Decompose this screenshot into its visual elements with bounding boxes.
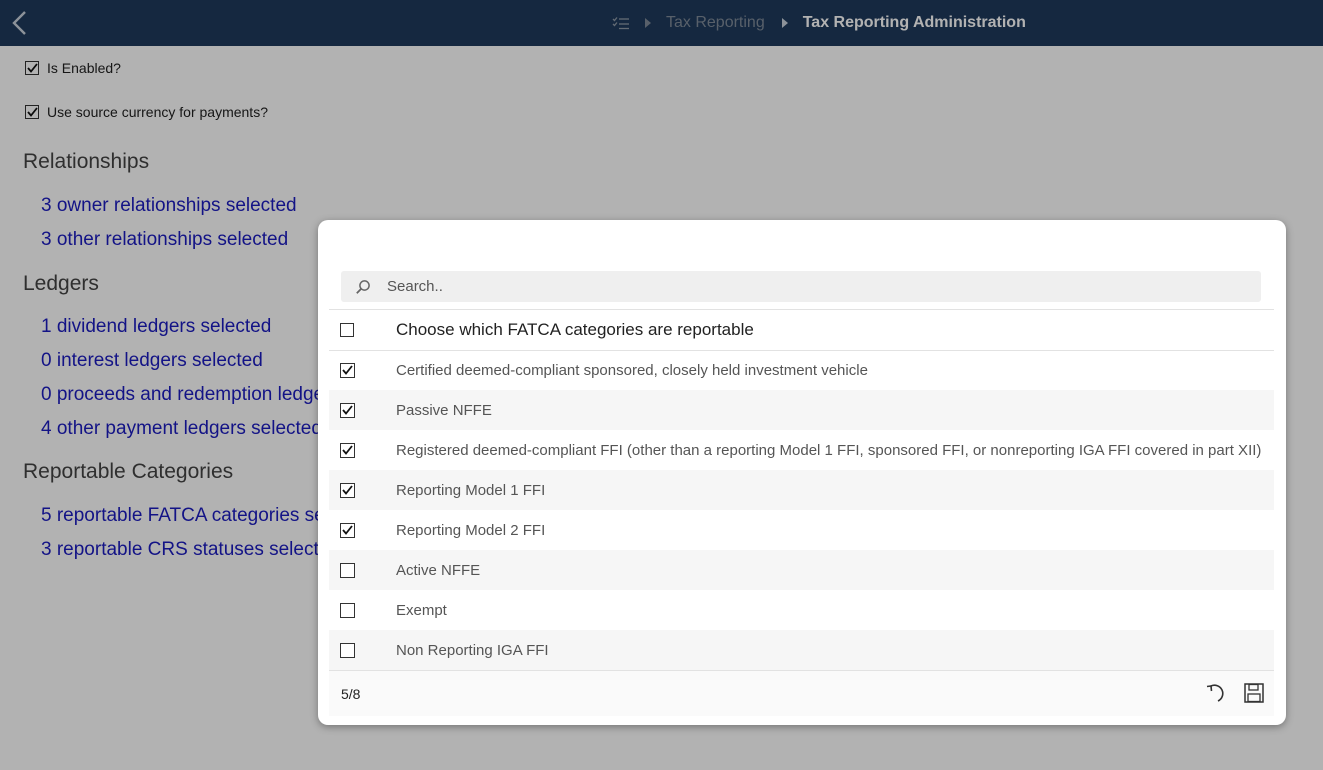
category-list: Certified deemed-compliant sponsored, cl… (329, 350, 1274, 670)
category-checkbox[interactable] (340, 362, 355, 378)
category-label: Passive NFFE (396, 401, 492, 419)
list-header: Choose which FATCA categories are report… (329, 309, 1274, 351)
category-row[interactable]: Active NFFE (329, 550, 1274, 590)
category-label: Registered deemed-compliant FFI (other t… (396, 441, 1262, 459)
select-all-checkbox[interactable] (340, 323, 354, 337)
save-icon (1244, 683, 1264, 703)
category-checkbox[interactable] (340, 402, 355, 418)
category-label: Non Reporting IGA FFI (396, 641, 549, 659)
save-button[interactable] (1243, 681, 1265, 705)
category-row[interactable]: Exempt (329, 590, 1274, 630)
checkmark-icon (342, 405, 353, 415)
undo-icon (1206, 684, 1224, 702)
category-checkbox[interactable] (340, 562, 355, 578)
fatca-categories-dialog: Choose which FATCA categories are report… (318, 220, 1286, 725)
search-box (341, 271, 1261, 302)
category-checkbox[interactable] (340, 482, 355, 498)
category-row[interactable]: Reporting Model 2 FFI (329, 510, 1274, 550)
category-row[interactable]: Certified deemed-compliant sponsored, cl… (329, 350, 1274, 390)
search-input[interactable] (385, 277, 1209, 296)
category-label: Active NFFE (396, 561, 481, 579)
checkmark-icon (342, 485, 353, 495)
selection-count: 5/8 (341, 686, 361, 702)
category-row[interactable]: Reporting Model 1 FFI (329, 470, 1274, 510)
category-row[interactable]: Non Reporting IGA FFI (329, 630, 1274, 670)
category-checkbox[interactable] (340, 442, 355, 458)
undo-button[interactable] (1205, 681, 1227, 705)
category-checkbox[interactable] (340, 642, 355, 658)
dialog-footer: 5/8 (329, 670, 1274, 716)
search-icon (355, 279, 371, 295)
list-header-label: Choose which FATCA categories are report… (396, 320, 754, 339)
category-row[interactable]: Registered deemed-compliant FFI (other t… (329, 430, 1274, 470)
category-label: Certified deemed-compliant sponsored, cl… (396, 361, 868, 379)
category-label: Exempt (396, 601, 447, 619)
category-label: Reporting Model 2 FFI (396, 521, 546, 539)
category-checkbox[interactable] (340, 602, 355, 618)
checkmark-icon (342, 525, 353, 535)
category-label: Reporting Model 1 FFI (396, 481, 546, 499)
checkmark-icon (342, 365, 353, 375)
category-row[interactable]: Passive NFFE (329, 390, 1274, 430)
checkmark-icon (342, 445, 353, 455)
category-checkbox[interactable] (340, 522, 355, 538)
